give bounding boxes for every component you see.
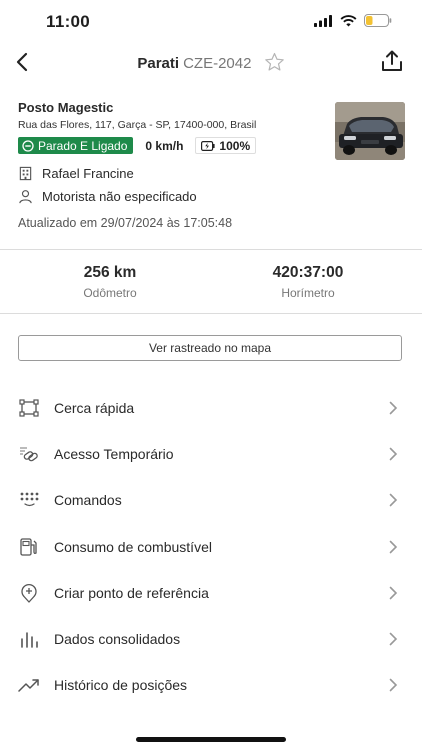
wifi-icon bbox=[340, 14, 357, 26]
last-updated: Atualizado em 29/07/2024 às 17:05:48 bbox=[18, 216, 233, 230]
owner-name: Rafael Francine bbox=[42, 166, 134, 181]
divider bbox=[0, 313, 422, 314]
vehicle-plate: CZE-2042 bbox=[183, 55, 252, 72]
link-icon bbox=[18, 443, 40, 465]
fence-icon bbox=[18, 397, 40, 419]
battery-charge-icon bbox=[201, 140, 216, 151]
menu-item-label: Histórico de posições bbox=[54, 677, 188, 694]
fuel-icon bbox=[18, 536, 40, 558]
status-badge-label: Parado E Ligado bbox=[38, 138, 128, 153]
odometer-value: 256 km bbox=[83, 264, 137, 281]
menu-item-label: Consumo de combustível bbox=[54, 538, 212, 555]
star-icon bbox=[264, 52, 284, 71]
battery-badge: 100% bbox=[195, 137, 257, 154]
vehicle-title: Parati CZE-2042 bbox=[0, 52, 422, 76]
actions-menu: Cerca rápida Acesso Temporário Comandos bbox=[0, 385, 422, 708]
speed-value: 0 km/h bbox=[145, 138, 184, 153]
menu-item-comandos[interactable]: Comandos bbox=[0, 477, 422, 523]
menu-item-label: Criar ponto de referência bbox=[54, 584, 209, 601]
car-image bbox=[335, 102, 405, 160]
trend-icon bbox=[18, 674, 40, 696]
person-icon bbox=[19, 190, 32, 204]
battery-icon bbox=[364, 14, 392, 27]
status-time: 11:00 bbox=[46, 12, 91, 31]
vehicle-model: Parati bbox=[137, 55, 180, 72]
chevron-right-icon bbox=[389, 586, 398, 600]
menu-item-consumo-combustivel[interactable]: Consumo de combustível bbox=[0, 524, 422, 570]
menu-item-historico-posicoes[interactable]: Histórico de posições bbox=[0, 662, 422, 708]
menu-item-label: Comandos bbox=[54, 492, 122, 509]
menu-item-acesso-temporario[interactable]: Acesso Temporário bbox=[0, 431, 422, 477]
hourmeter-value: 420:37:00 bbox=[272, 264, 344, 281]
status-badges: Parado E Ligado 0 km/h 100% bbox=[18, 137, 328, 154]
home-indicator[interactable] bbox=[136, 737, 286, 742]
signal-icon bbox=[314, 14, 332, 27]
nav-header: Parati CZE-2042 bbox=[0, 46, 422, 78]
menu-item-dados-consolidados[interactable]: Dados consolidados bbox=[0, 616, 422, 662]
vehicle-photo[interactable] bbox=[335, 102, 405, 160]
location-name: Posto Magestic bbox=[18, 100, 114, 115]
share-button[interactable] bbox=[380, 49, 404, 78]
chevron-right-icon bbox=[389, 447, 398, 461]
location-address: Rua das Flores, 117, Garça - SP, 17400-0… bbox=[18, 119, 257, 131]
chevron-right-icon bbox=[389, 401, 398, 415]
keypad-icon bbox=[18, 489, 40, 511]
owner-row: Rafael Francine bbox=[18, 166, 328, 181]
hourmeter-label: Horímetro bbox=[281, 286, 335, 300]
pin-add-icon bbox=[18, 582, 40, 604]
chevron-right-icon bbox=[389, 494, 398, 507]
speed-badge: 0 km/h bbox=[140, 138, 188, 153]
view-on-map-button[interactable]: Ver rastreado no mapa bbox=[18, 335, 402, 361]
stats-panel: 256 km Odômetro 420:37:00 Horímetro bbox=[0, 250, 422, 314]
chevron-right-icon bbox=[389, 678, 398, 692]
odometer-label: Odômetro bbox=[83, 286, 137, 300]
status-bar: 11:00 bbox=[0, 0, 422, 46]
driver-row: Motorista não especificado bbox=[18, 189, 328, 204]
driver-name: Motorista não especificado bbox=[42, 189, 197, 204]
building-icon bbox=[19, 166, 32, 181]
status-icons bbox=[314, 14, 392, 27]
minus-circle-icon bbox=[22, 139, 34, 152]
favorite-button[interactable] bbox=[264, 52, 285, 76]
bar-chart-icon bbox=[18, 628, 40, 650]
vehicle-info: Posto Magestic Rua das Flores, 117, Garç… bbox=[18, 100, 328, 230]
status-badge: Parado E Ligado bbox=[18, 137, 134, 154]
hourmeter: 420:37:00 Horímetro bbox=[218, 264, 398, 300]
menu-item-label: Acesso Temporário bbox=[54, 446, 174, 463]
menu-item-criar-ponto-referencia[interactable]: Criar ponto de referência bbox=[0, 570, 422, 616]
share-icon bbox=[382, 50, 402, 71]
odometer: 256 km Odômetro bbox=[20, 264, 200, 300]
menu-item-cerca-rapida[interactable]: Cerca rápida bbox=[0, 385, 422, 431]
battery-value: 100% bbox=[219, 138, 251, 153]
chevron-right-icon bbox=[389, 540, 398, 553]
chevron-right-icon bbox=[389, 632, 398, 646]
menu-item-label: Cerca rápida bbox=[54, 400, 135, 417]
menu-item-label: Dados consolidados bbox=[54, 631, 181, 648]
